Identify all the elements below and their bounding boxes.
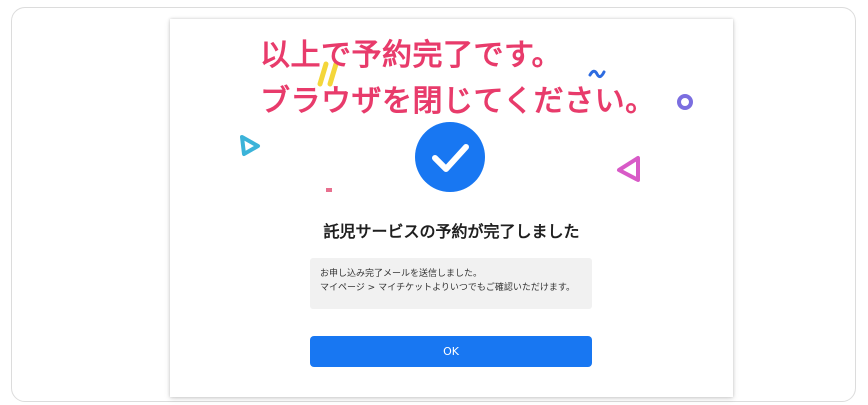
ok-button[interactable]: OK (310, 336, 592, 367)
completion-caption: 以上で予約完了です。 ブラウザを閉じてください。 (260, 33, 656, 125)
check-circle-icon (415, 122, 485, 192)
confetti-dot-pink (326, 188, 332, 192)
caption-line-2: ブラウザを閉じてください。 (260, 84, 656, 119)
info-message-box: お申し込み完了メールを送信しました。 マイページ > マイチケットよりいつでもご… (310, 258, 592, 309)
dialog-title: 託児サービスの予約が完了しました (323, 222, 580, 241)
confetti-triangle-blue (240, 135, 260, 156)
info-message-line-1: お申し込み完了メールを送信しました。 (320, 269, 483, 279)
info-message-line-2: マイページ > マイチケットよりいつでもご確認いただけます。 (320, 283, 576, 293)
caption-line-1: 以上で予約完了です。 (260, 38, 562, 73)
confetti-ring-purple (677, 94, 693, 110)
confetti-triangle-pink (617, 156, 640, 182)
